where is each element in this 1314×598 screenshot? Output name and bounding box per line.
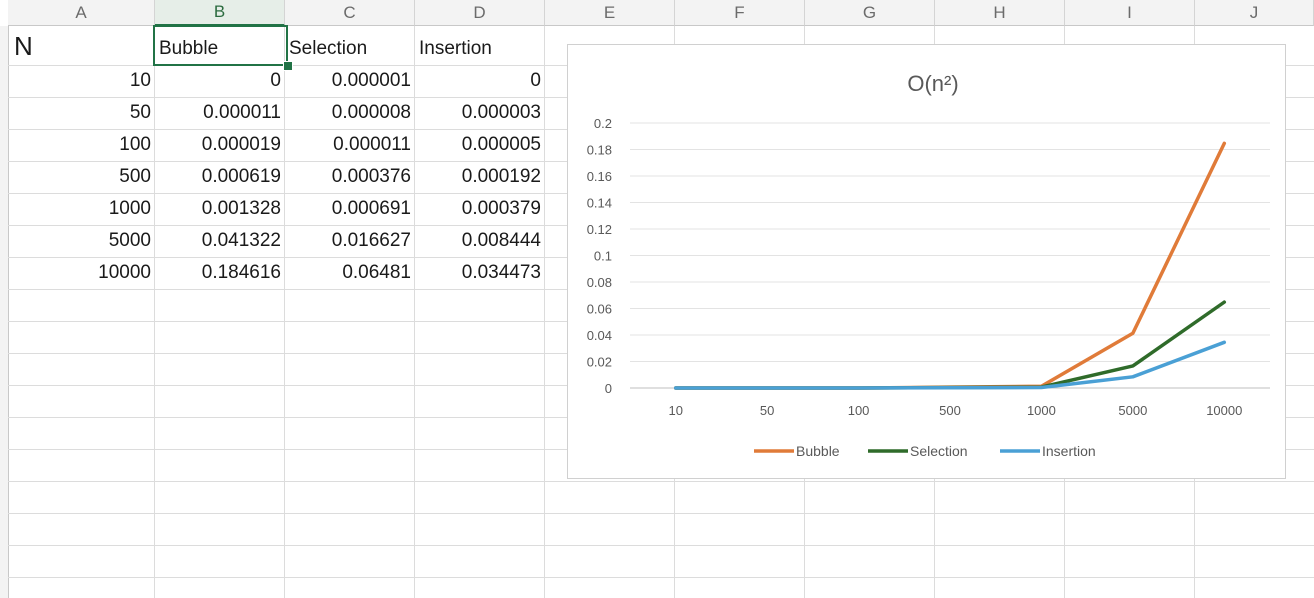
cell-d4[interactable]: 0.000005 (415, 129, 545, 161)
grid-hline (8, 481, 1314, 482)
legend-label-selection: Selection (910, 443, 968, 459)
x-tick-label: 500 (939, 403, 961, 418)
cell-b3[interactable]: 0.000011 (155, 97, 285, 129)
cell-a2[interactable]: 10 (8, 65, 155, 97)
cell-d1[interactable]: Insertion (415, 26, 545, 65)
x-tick-label: 1000 (1027, 403, 1056, 418)
cell-c8[interactable]: 0.06481 (285, 257, 415, 289)
cell-c1[interactable]: Selection (285, 26, 415, 65)
cell-b2[interactable]: 0 (155, 65, 285, 97)
x-tick-label: 50 (760, 403, 774, 418)
cell-c4[interactable]: 0.000011 (285, 129, 415, 161)
legend-label-insertion: Insertion (1042, 443, 1096, 459)
cell-c7[interactable]: 0.016627 (285, 225, 415, 257)
x-tick-label: 5000 (1118, 403, 1147, 418)
cell-a7[interactable]: 5000 (8, 225, 155, 257)
y-tick-label: 0.02 (587, 355, 612, 370)
y-tick-label: 0.18 (587, 143, 612, 158)
fill-handle[interactable] (283, 61, 293, 71)
y-tick-label: 0.14 (587, 196, 612, 211)
cell-b8[interactable]: 0.184616 (155, 257, 285, 289)
cell-b1[interactable]: Bubble (155, 26, 285, 65)
x-tick-labels: 10 50 100 500 1000 5000 10000 (668, 403, 1242, 418)
column-header-j[interactable]: J (1195, 0, 1314, 26)
x-tick-label: 10 (668, 403, 682, 418)
cell-c2[interactable]: 0.000001 (285, 65, 415, 97)
cell-d3[interactable]: 0.000003 (415, 97, 545, 129)
cell-b7[interactable]: 0.041322 (155, 225, 285, 257)
column-header-b[interactable]: B (155, 0, 285, 26)
cell-d5[interactable]: 0.000192 (415, 161, 545, 193)
grid-hline (8, 577, 1314, 578)
y-tick-label: 0.12 (587, 222, 612, 237)
y-tick-label: 0.06 (587, 302, 612, 317)
column-header-i[interactable]: I (1065, 0, 1195, 26)
cell-a4[interactable]: 100 (8, 129, 155, 161)
y-tick-label: 0.16 (587, 169, 612, 184)
column-header-e[interactable]: E (545, 0, 675, 26)
cell-d2[interactable]: 0 (415, 65, 545, 97)
cell-a6[interactable]: 1000 (8, 193, 155, 225)
cell-c5[interactable]: 0.000376 (285, 161, 415, 193)
cell-a1[interactable]: N (8, 26, 155, 65)
cell-c3[interactable]: 0.000008 (285, 97, 415, 129)
cell-b5[interactable]: 0.000619 (155, 161, 285, 193)
cell-d7[interactable]: 0.008444 (415, 225, 545, 257)
line-chart[interactable]: O(n²) 0 0.02 0.04 0.06 0.08 0.1 0.12 0.14 0.16 0.… (567, 44, 1286, 479)
column-header-g[interactable]: G (805, 0, 935, 26)
y-tick-label: 0 (605, 381, 612, 396)
chart-title: O(n²) (907, 71, 958, 96)
column-header-f[interactable]: F (675, 0, 805, 26)
grid-hline (8, 545, 1314, 546)
cell-a3[interactable]: 50 (8, 97, 155, 129)
cell-b6[interactable]: 0.001328 (155, 193, 285, 225)
y-tick-label: 0.08 (587, 275, 612, 290)
x-tick-label: 10000 (1206, 403, 1242, 418)
chart-canvas: O(n²) 0 0.02 0.04 0.06 0.08 0.1 0.12 0.14 0.16 0.… (587, 71, 1270, 459)
column-header-d[interactable]: D (415, 0, 545, 26)
series-lines (673, 141, 1227, 390)
cell-c6[interactable]: 0.000691 (285, 193, 415, 225)
column-header-c[interactable]: C (285, 0, 415, 26)
column-header-a[interactable]: A (8, 0, 155, 26)
x-tick-label: 100 (848, 403, 870, 418)
cell-d8[interactable]: 0.034473 (415, 257, 545, 289)
grid-hline (8, 513, 1314, 514)
cell-a5[interactable]: 500 (8, 161, 155, 193)
y-tick-label: 0.1 (594, 249, 612, 264)
y-tick-labels: 0 0.02 0.04 0.06 0.08 0.1 0.12 0.14 0.16 0.18 0.2 (587, 116, 612, 396)
column-header-h[interactable]: H (935, 0, 1065, 26)
legend: Bubble Selection Insertion (754, 443, 1096, 459)
cell-d6[interactable]: 0.000379 (415, 193, 545, 225)
y-gridlines (630, 122, 1270, 389)
series-line-insertion[interactable] (673, 340, 1227, 390)
spreadsheet: ABCDEFGHIJ N Bubble Selection Insertion 10 0 0… (0, 0, 1314, 598)
series-line-bubble[interactable] (673, 141, 1227, 390)
legend-label-bubble: Bubble (796, 443, 840, 459)
cell-b4[interactable]: 0.000019 (155, 129, 285, 161)
cell-a8[interactable]: 10000 (8, 257, 155, 289)
y-tick-label: 0.04 (587, 328, 612, 343)
y-tick-label: 0.2 (594, 116, 612, 131)
